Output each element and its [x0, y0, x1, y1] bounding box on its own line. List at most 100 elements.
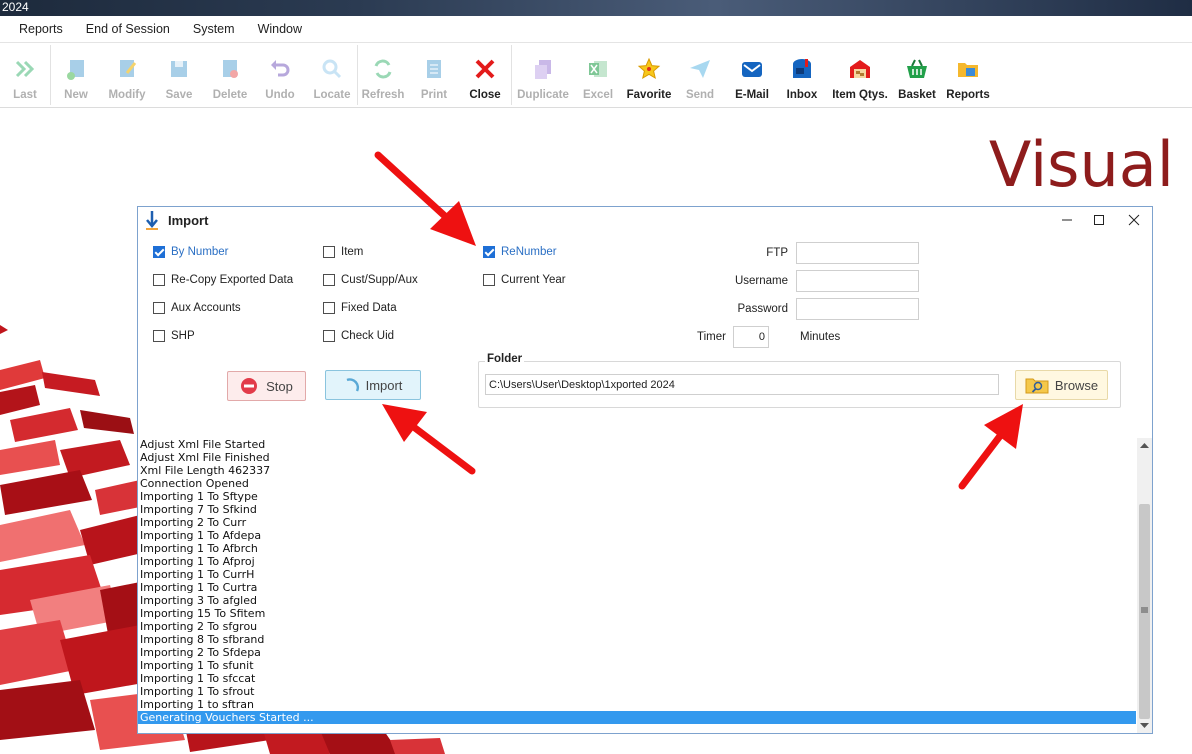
log-line[interactable]: Importing 8 To sfbrand	[138, 633, 1136, 646]
new-button[interactable]: New	[56, 43, 96, 107]
log-line[interactable]: Importing 1 To Sftype	[138, 490, 1136, 503]
basket-button[interactable]: Basket	[896, 43, 938, 107]
log-line[interactable]: Importing 1 To sfccat	[138, 672, 1136, 685]
maximize-icon[interactable]	[1089, 211, 1109, 229]
refresh-label: Refresh	[361, 89, 405, 101]
menu-window[interactable]: Window	[258, 22, 313, 36]
username-input[interactable]	[796, 270, 919, 292]
modify-button[interactable]: Modify	[102, 43, 152, 107]
log-line[interactable]: Adjust Xml File Started	[138, 438, 1136, 451]
log-line[interactable]: Importing 3 To afgled	[138, 594, 1136, 607]
checkbox-box[interactable]	[323, 330, 335, 342]
favorite-label: Favorite	[626, 89, 672, 101]
log-line[interactable]: Importing 2 To sfgrou	[138, 620, 1136, 633]
cust-supp-aux-checkbox[interactable]: Cust/Supp/Aux	[323, 274, 418, 286]
close-button[interactable]: Close	[464, 43, 506, 107]
password-input[interactable]	[796, 298, 919, 320]
log-line[interactable]: Importing 15 To Sfitem	[138, 607, 1136, 620]
modify-label: Modify	[108, 89, 146, 101]
print-button[interactable]: Print	[414, 43, 454, 107]
log-line[interactable]: Importing 1 To sfrout	[138, 685, 1136, 698]
favorite-button[interactable]: Favorite	[624, 43, 674, 107]
log-line[interactable]: Importing 2 To Sfdepa	[138, 646, 1136, 659]
current-year-checkbox[interactable]: Current Year	[483, 274, 566, 286]
scroll-down-icon[interactable]	[1140, 722, 1149, 729]
checkbox-box[interactable]	[323, 274, 335, 286]
dialog-title-bar: Import	[138, 207, 1152, 234]
close-icon[interactable]	[1124, 211, 1144, 229]
menu-reports[interactable]: Reports	[0, 22, 74, 36]
undo-arrow-icon	[271, 60, 290, 77]
timer-input[interactable]	[733, 326, 769, 348]
star-icon	[637, 57, 661, 80]
inbox-button[interactable]: Inbox	[782, 43, 822, 107]
log-line[interactable]: Importing 1 To Curtra	[138, 581, 1136, 594]
stop-label: Stop	[266, 378, 293, 394]
checkbox-box[interactable]	[323, 302, 335, 314]
minimize-icon[interactable]	[1057, 211, 1077, 229]
item-qtys-button[interactable]: Item Qtys.	[830, 43, 890, 107]
item-checkbox[interactable]: Item	[323, 246, 363, 258]
renumber-checkbox[interactable]: ReNumber	[483, 246, 557, 258]
checkbox-box[interactable]	[153, 302, 165, 314]
log-scrollbar[interactable]	[1137, 438, 1152, 733]
username-label: Username	[734, 275, 788, 287]
by-number-checkbox[interactable]: By Number	[153, 246, 229, 258]
delete-button[interactable]: Delete	[208, 43, 252, 107]
duplicate-button[interactable]: Duplicate	[516, 43, 570, 107]
checkbox-box[interactable]	[323, 246, 335, 258]
aux-accounts-checkbox[interactable]: Aux Accounts	[153, 302, 241, 314]
checkbox-box[interactable]	[153, 274, 165, 286]
log-line[interactable]: Adjust Xml File Finished	[138, 451, 1136, 464]
last-button[interactable]: Last	[4, 43, 46, 107]
checkbox-box[interactable]	[153, 330, 165, 342]
log-line[interactable]: Importing 1 To CurrH	[138, 568, 1136, 581]
shp-checkbox[interactable]: SHP	[153, 330, 195, 342]
log-line[interactable]: Importing 1 To Afproj	[138, 555, 1136, 568]
log-line[interactable]: Connection Opened	[138, 477, 1136, 490]
recopy-exported-checkbox[interactable]: Re-Copy Exported Data	[153, 274, 293, 286]
excel-button[interactable]: Excel	[578, 43, 618, 107]
send-button[interactable]: Send	[680, 43, 720, 107]
log-line[interactable]: Xml File Length 462337	[138, 464, 1136, 477]
log-line[interactable]: Importing 2 To Curr	[138, 516, 1136, 529]
excel-icon	[589, 61, 607, 77]
toolbar: Last New Modify Save Delete Undo Locate …	[0, 43, 1192, 108]
locate-button[interactable]: Locate	[310, 43, 354, 107]
checkbox-box[interactable]	[483, 274, 495, 286]
timer-label: Timer	[697, 331, 726, 343]
import-button[interactable]: Import	[325, 370, 421, 400]
check-uid-checkbox[interactable]: Check Uid	[323, 330, 394, 342]
ftp-input[interactable]	[796, 242, 919, 264]
send-label: Send	[685, 89, 715, 101]
save-label: Save	[165, 89, 193, 101]
refresh-button[interactable]: Refresh	[361, 43, 405, 107]
log-line[interactable]: Importing 1 to sftran	[138, 698, 1136, 711]
current-year-label: Current Year	[501, 274, 566, 286]
menu-end-of-session[interactable]: End of Session	[86, 22, 181, 36]
checkbox-box[interactable]	[483, 246, 495, 258]
menu-system[interactable]: System	[193, 22, 246, 36]
stop-button[interactable]: Stop	[227, 371, 306, 401]
log-line[interactable]: Importing 1 To Afbrch	[138, 542, 1136, 555]
excel-label: Excel	[582, 89, 614, 101]
undo-button[interactable]: Undo	[260, 43, 300, 107]
log-line[interactable]: Importing 1 To sfunit	[138, 659, 1136, 672]
refresh-icon	[374, 59, 392, 79]
item-label: Item	[341, 246, 364, 258]
log-line[interactable]: Generating Vouchers Started ...	[138, 711, 1136, 724]
import-log-list[interactable]: Adjust Xml File Started Adjust Xml File F…	[138, 438, 1136, 725]
save-button[interactable]: Save	[158, 43, 200, 107]
browse-button[interactable]: Browse	[1015, 370, 1108, 400]
email-button[interactable]: E-Mail	[730, 43, 774, 107]
warehouse-icon	[850, 60, 870, 78]
log-line[interactable]: Importing 1 To Afdepa	[138, 529, 1136, 542]
log-line[interactable]: Importing 7 To Sfkind	[138, 503, 1136, 516]
reports-button[interactable]: Reports	[944, 43, 992, 107]
checkbox-box[interactable]	[153, 246, 165, 258]
fixed-data-checkbox[interactable]: Fixed Data	[323, 302, 397, 314]
window-title-bar: 2024	[0, 0, 1192, 16]
folder-path-input[interactable]	[485, 374, 999, 395]
basket-label: Basket	[898, 89, 936, 101]
scroll-up-icon[interactable]	[1140, 442, 1149, 449]
